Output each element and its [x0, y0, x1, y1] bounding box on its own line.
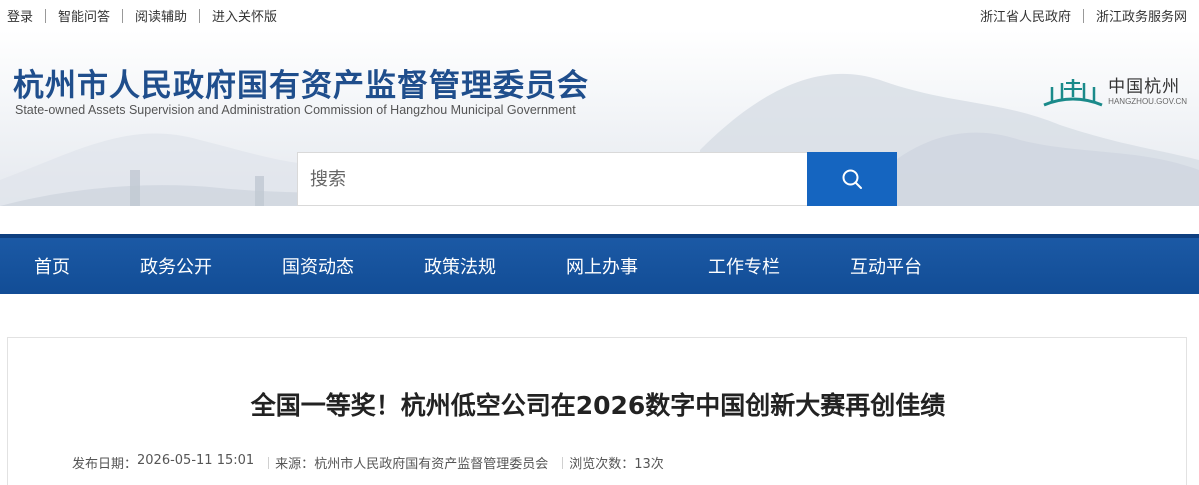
zhejiang-service-link[interactable]: 浙江政务服务网 — [1096, 6, 1187, 25]
search-box — [297, 152, 897, 206]
zhejiang-gov-link[interactable]: 浙江省人民政府 — [980, 6, 1071, 25]
logo-cn-text: 中国杭州 — [1108, 77, 1181, 97]
source-value: 杭州市人民政府国有资产监督管理委员会 — [314, 457, 549, 472]
nav-item-special-column[interactable]: 工作专栏 — [708, 253, 780, 279]
source-label: 来源： — [275, 457, 315, 472]
view-count: 浏览次数： 13次 — [569, 453, 664, 472]
meta-divider — [562, 456, 564, 469]
smart-qa-link[interactable]: 智能问答 — [58, 6, 110, 25]
logo-en-text: HANGZHOU.GOV.CN — [1108, 97, 1187, 106]
reading-assist-link[interactable]: 阅读辅助 — [135, 6, 187, 25]
nav-item-interaction[interactable]: 互动平台 — [850, 253, 922, 279]
search-button[interactable] — [807, 152, 897, 206]
nav-item-online-service[interactable]: 网上办事 — [566, 253, 638, 279]
publish-date-label: 发布日期： — [72, 457, 138, 472]
divider — [199, 8, 201, 23]
meta-divider — [268, 456, 270, 469]
nav-item-home[interactable]: 首页 — [34, 253, 70, 279]
topbar-left-links: 登录 智能问答 阅读辅助 进入关怀版 — [7, 6, 277, 25]
care-version-link[interactable]: 进入关怀版 — [212, 6, 277, 25]
nav-item-news[interactable]: 国资动态 — [282, 253, 354, 279]
views-label: 浏览次数： — [569, 457, 635, 472]
site-subtitle: State-owned Assets Supervision and Admin… — [15, 103, 576, 117]
nav-item-gov-affairs[interactable]: 政务公开 — [140, 253, 212, 279]
article-meta: 发布日期： 2026-05-11 15:01 来源： 杭州市人民政府国有资产监督… — [72, 453, 664, 472]
article-panel: 全国一等奖！杭州低空公司在2026数字中国创新大赛再创佳绩 发布日期： 2026… — [7, 337, 1187, 485]
site-title: 杭州市人民政府国有资产监督管理委员会 — [13, 68, 589, 104]
article-source: 来源： 杭州市人民政府国有资产监督管理委员会 — [275, 453, 548, 472]
nav-item-policy[interactable]: 政策法规 — [424, 253, 496, 279]
login-link[interactable]: 登录 — [7, 6, 33, 25]
search-input[interactable] — [297, 152, 807, 206]
hangzhou-gov-logo[interactable]: 中国杭州 HANGZHOU.GOV.CN — [1042, 75, 1187, 109]
divider — [1082, 8, 1084, 23]
article-title: 全国一等奖！杭州低空公司在2026数字中国创新大赛再创佳绩 — [250, 391, 946, 420]
hangzhou-landmark-icon — [1043, 79, 1103, 107]
main-navigation: 首页 政务公开 国资动态 政策法规 网上办事 工作专栏 互动平台 — [0, 234, 1199, 294]
publish-date: 发布日期： 2026-05-11 15:01 — [72, 453, 254, 472]
views-value: 13次 — [634, 457, 664, 472]
divider — [122, 8, 124, 23]
top-utility-bar: 登录 智能问答 阅读辅助 进入关怀版 浙江省人民政府 浙江政务服务网 — [0, 0, 1199, 30]
publish-date-value: 2026-05-11 15:01 — [137, 453, 255, 468]
divider — [45, 8, 47, 23]
site-header: 杭州市人民政府国有资产监督管理委员会 State-owned Assets Su… — [0, 30, 1199, 206]
topbar-right-links: 浙江省人民政府 浙江政务服务网 — [980, 6, 1187, 25]
search-icon — [842, 169, 862, 189]
